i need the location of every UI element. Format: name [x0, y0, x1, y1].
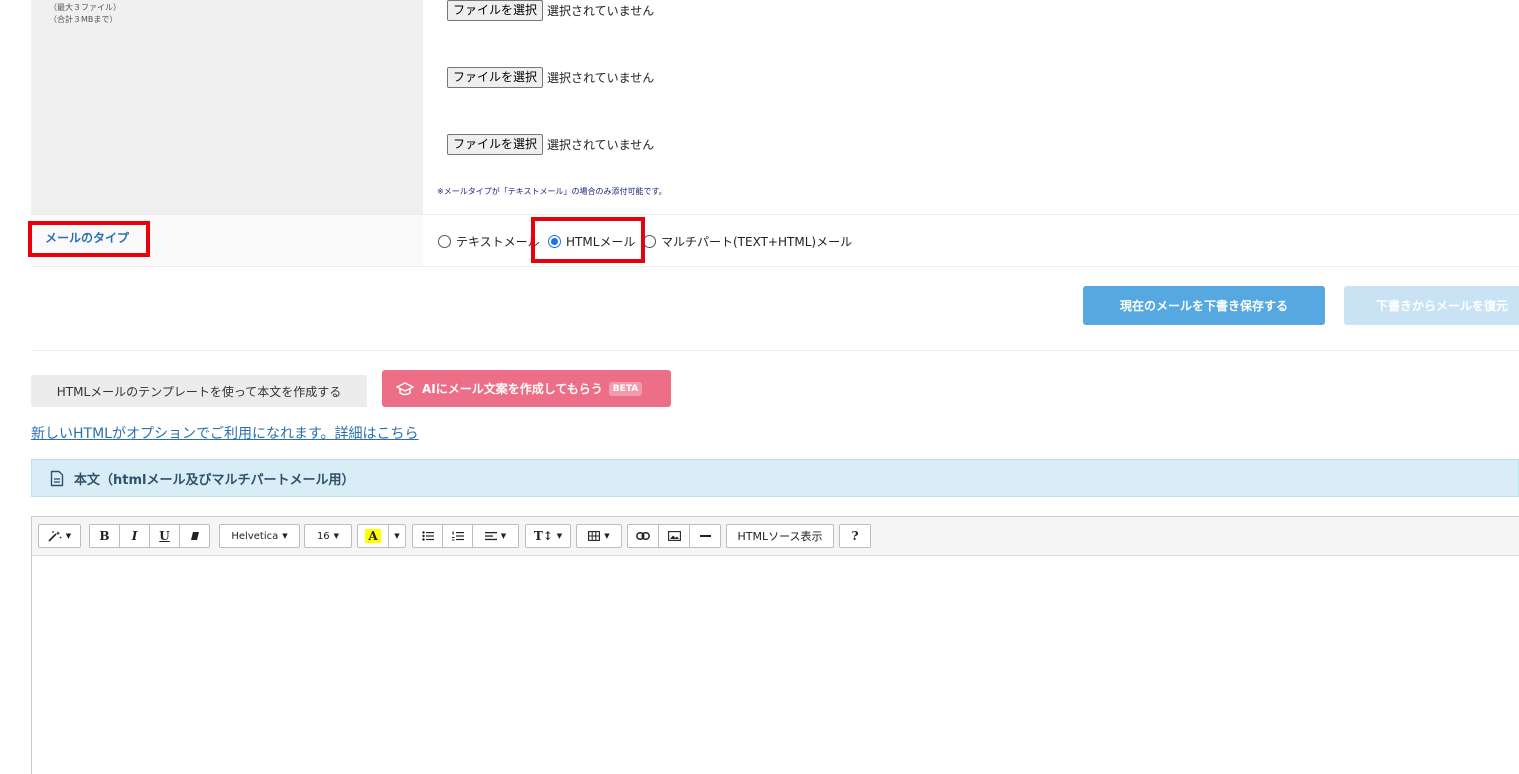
font-size-value: 16: [316, 530, 330, 542]
font-size-dropdown[interactable]: 16 ▼: [304, 524, 352, 548]
paragraph-align-dropdown[interactable]: ▼: [472, 524, 519, 548]
magic-wand-icon: [48, 531, 62, 542]
radio-label-text-mail: テキストメール: [456, 234, 540, 249]
body-section-heading: 本文（htmlメール及びマルチパートメール用）: [31, 459, 1519, 497]
ai-compose-button[interactable]: AIにメール文案を作成してもらう BETA: [382, 370, 671, 407]
help-button[interactable]: ?: [839, 524, 871, 548]
toolbar-group-font-name: Helvetica ▼: [219, 524, 300, 548]
chevron-down-icon: ▼: [604, 532, 610, 540]
toolbar-group-font-style: B I U: [89, 524, 210, 548]
unordered-list-button[interactable]: [412, 524, 443, 548]
graduation-cap-icon: [396, 381, 414, 395]
chevron-down-icon: ▼: [394, 532, 400, 540]
chevron-down-icon: ▼: [333, 532, 340, 540]
toolbar-group-table: ▼: [576, 524, 622, 548]
highlight-box-html-mail: [531, 217, 645, 263]
file-input-row-2: ファイルを選択 選択されていません: [447, 66, 654, 88]
line-height-dropdown[interactable]: T↕ ▼: [525, 524, 571, 548]
chevron-down-icon: ▼: [65, 532, 72, 540]
toolbar-group-lists: ▼: [412, 524, 519, 548]
toolbar-group-color: A ▼: [357, 524, 406, 548]
body-section-title: 本文（htmlメール及びマルチパートメール用）: [74, 472, 355, 488]
insert-image-button[interactable]: [658, 524, 690, 548]
toolbar-group-insert: [627, 524, 721, 548]
file-select-button-1[interactable]: ファイルを選択: [447, 0, 544, 21]
file-status-1: 選択されていません: [547, 3, 655, 18]
table-dropdown[interactable]: ▼: [576, 524, 622, 548]
attachment-footnote: ※メールタイプが「テキストメール」の場合のみ添付可能です。: [437, 187, 667, 196]
html-template-button[interactable]: HTMLメールのテンプレートを使って本文を作成する: [31, 375, 367, 407]
ordered-list-button[interactable]: [442, 524, 473, 548]
row-divider: [31, 350, 1519, 351]
new-html-option-link[interactable]: 新しいHTMLがオプションでご利用になれます。詳細はこちら: [31, 423, 419, 443]
attachment-note-max-size: （合計３MBまで）: [49, 15, 118, 24]
color-dropdown[interactable]: ▼: [388, 524, 406, 548]
chevron-down-icon: ▼: [500, 532, 507, 540]
file-select-button-2[interactable]: ファイルを選択: [447, 66, 544, 88]
horizontal-rule-button[interactable]: [689, 524, 721, 548]
radio-button-text-mail[interactable]: [438, 234, 451, 248]
restore-draft-button[interactable]: 下書きからメールを復元: [1344, 286, 1519, 325]
magic-wand-dropdown[interactable]: ▼: [38, 524, 81, 548]
file-status-3: 選択されていません: [547, 137, 655, 152]
toolbar-group-help: ?: [839, 524, 871, 548]
save-draft-button[interactable]: 現在のメールを下書き保存する: [1083, 286, 1325, 325]
attachment-note-max-files: （最大３ファイル）: [49, 3, 121, 12]
clear-format-button[interactable]: [179, 524, 210, 548]
align-left-icon: [484, 532, 497, 541]
table-icon: [588, 531, 601, 541]
chevron-down-icon: ▼: [282, 532, 288, 540]
toolbar-group-source: HTMLソース表示: [726, 524, 834, 548]
link-icon: [636, 532, 650, 540]
editor-content-area[interactable]: [32, 557, 1519, 774]
italic-button[interactable]: I: [119, 524, 150, 548]
bold-button[interactable]: B: [89, 524, 120, 548]
bullet-list-icon: [421, 531, 434, 541]
editor-toolbar: ▼ B I U Helvetica ▼ 16 ▼ A ▼ ▼ T↕ ▼ ▼ HT…: [32, 517, 1519, 556]
file-input-row-3: ファイルを選択 選択されていません: [447, 133, 654, 155]
rich-text-editor: ▼ B I U Helvetica ▼ 16 ▼ A ▼ ▼ T↕ ▼ ▼ HT…: [31, 516, 1519, 774]
html-source-button[interactable]: HTMLソース表示: [726, 524, 834, 548]
text-height-icon: T↕: [533, 529, 553, 543]
radio-option-text-mail[interactable]: テキストメール: [438, 231, 540, 251]
beta-badge: BETA: [608, 381, 643, 396]
toolbar-group-font-size: 16 ▼: [304, 524, 352, 548]
image-icon: [667, 531, 681, 541]
font-name-dropdown[interactable]: Helvetica ▼: [219, 524, 300, 548]
chevron-down-icon: ▼: [556, 532, 563, 540]
toolbar-group-line-height: T↕ ▼: [525, 524, 571, 548]
file-select-button-3[interactable]: ファイルを選択: [447, 133, 544, 155]
highlight-a-icon: A: [365, 529, 381, 543]
font-name-value: Helvetica: [231, 530, 279, 542]
document-icon: [50, 470, 64, 486]
eraser-icon: [190, 532, 199, 540]
highlight-box-mail-type-label: [28, 221, 150, 257]
insert-link-button[interactable]: [627, 524, 659, 548]
horizontal-rule-icon: [699, 535, 711, 537]
ai-compose-label: AIにメール文案を作成してもらう: [422, 382, 603, 396]
attachment-label-cell: [31, 0, 423, 214]
radio-option-multipart-mail[interactable]: マルチパート(TEXT+HTML)メール: [643, 231, 852, 251]
radio-label-multipart-mail: マルチパート(TEXT+HTML)メール: [661, 234, 853, 249]
file-status-2: 選択されていません: [547, 70, 655, 85]
numbered-list-icon: [451, 531, 464, 541]
row-divider: [31, 266, 1519, 267]
highlight-color-button[interactable]: A: [357, 524, 389, 548]
file-input-row-1: ファイルを選択 選択されていません: [447, 0, 654, 21]
underline-button[interactable]: U: [149, 524, 180, 548]
toolbar-group-style: ▼: [38, 524, 81, 548]
